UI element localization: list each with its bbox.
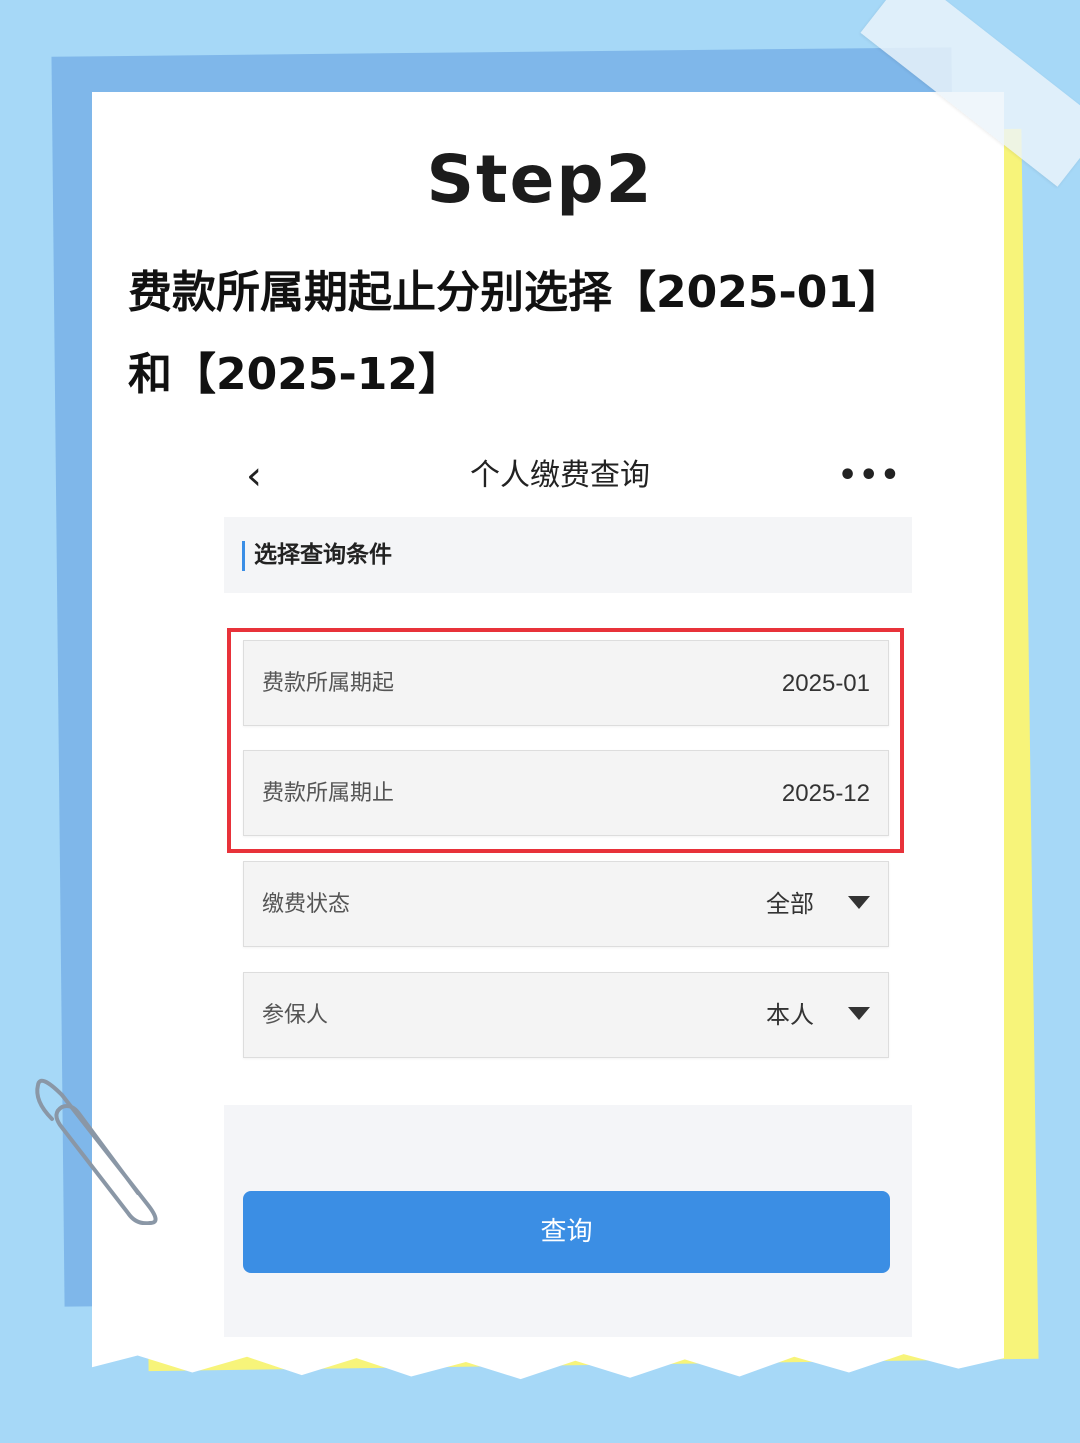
dropdown-caret-icon[interactable]: [848, 896, 870, 909]
chevron-left-icon[interactable]: ‹: [246, 452, 286, 500]
step-title: Step2: [406, 140, 674, 220]
paperclip-icon: [35, 1078, 158, 1225]
insured-person-value[interactable]: 本人: [766, 973, 814, 1059]
payment-status-value[interactable]: 全部: [766, 862, 814, 948]
payment-status-select[interactable]: 缴费状态 全部: [243, 861, 889, 947]
section-header: 选择查询条件: [224, 517, 912, 593]
highlight-box: [227, 628, 904, 853]
instruction-line-1: 费款所属期起止分别选择【2025-01】: [128, 267, 902, 318]
payment-status-label: 缴费状态: [262, 892, 351, 917]
insured-person-select[interactable]: 参保人 本人: [243, 972, 889, 1058]
more-dots-icon[interactable]: •••: [838, 452, 900, 500]
instruction-line-2: 和【2025-12】: [128, 349, 462, 400]
instruction-text: 费款所属期起止分别选择【2025-01】 和【2025-12】: [128, 252, 1008, 416]
insured-person-label: 参保人: [262, 1003, 329, 1028]
step-heading: Step2: [0, 140, 1080, 220]
dropdown-caret-icon[interactable]: [848, 1007, 870, 1020]
section-accent-bar: [242, 541, 245, 571]
page-title: 个人缴费查询: [470, 458, 650, 493]
section-title: 选择查询条件: [254, 542, 392, 568]
query-button[interactable]: 查询: [243, 1191, 890, 1273]
